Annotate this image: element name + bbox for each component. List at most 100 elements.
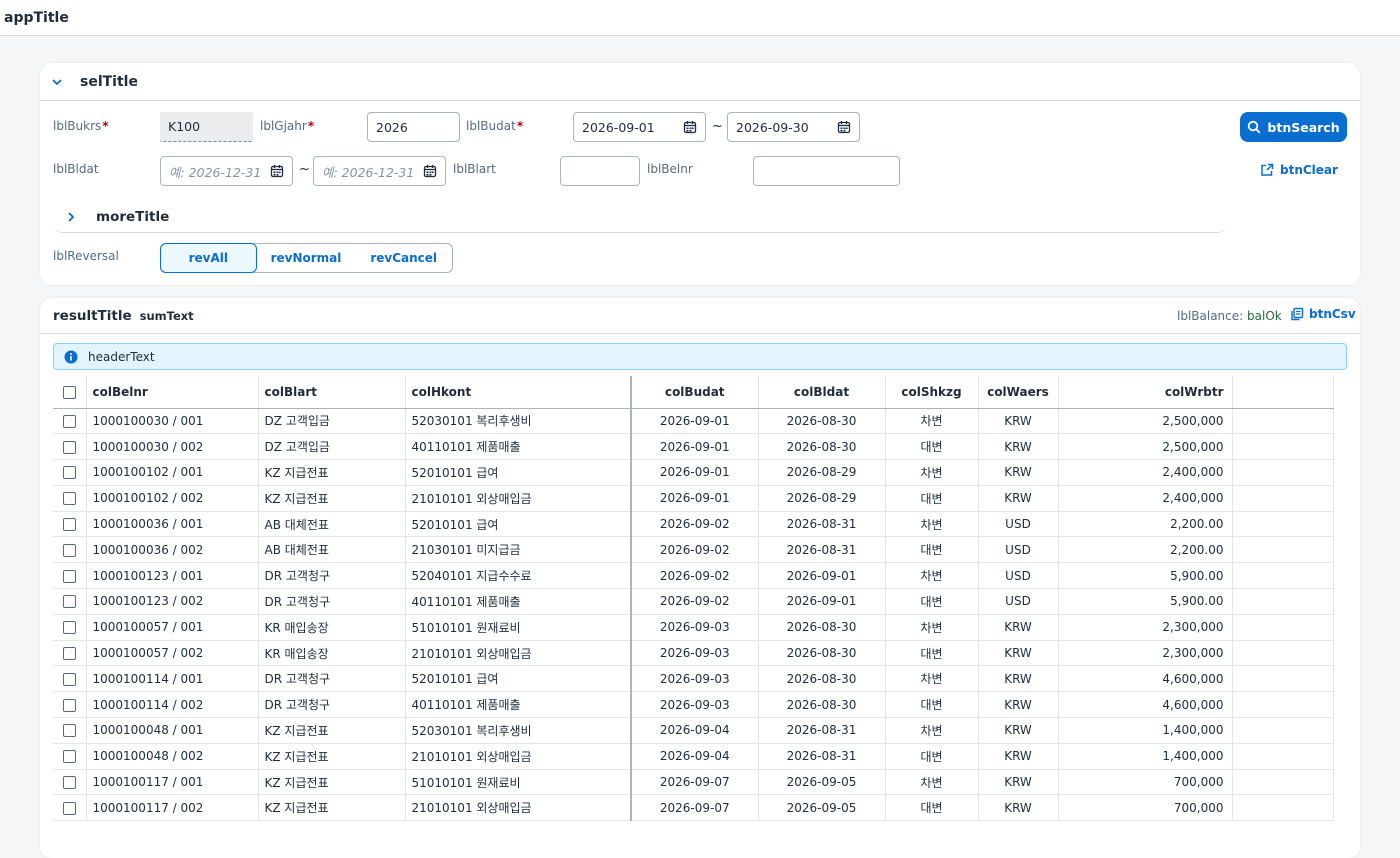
- belnr-input[interactable]: [753, 156, 900, 186]
- row-select-cell[interactable]: [53, 485, 87, 512]
- table-row[interactable]: 1000100057 / 001 KR 매입송장 51010101 원재료비 2026…: [53, 614, 1334, 641]
- col-header[interactable]: colWrbtr: [1058, 376, 1233, 409]
- more-section-toggle[interactable]: moreTitle: [54, 201, 1226, 233]
- row-checkbox[interactable]: [62, 466, 76, 480]
- table-cell: 40110101 제품매출: [405, 691, 632, 719]
- table-row[interactable]: 1000100030 / 002 DZ 고객입금 40110101 제품매출 2026…: [53, 433, 1334, 461]
- row-checkbox[interactable]: [62, 543, 76, 557]
- row-checkbox[interactable]: [62, 672, 76, 686]
- table-row[interactable]: 1000100123 / 001 DR 고객청구 52040101 지급수수료 202…: [53, 562, 1334, 590]
- table-cell: 2026-09-02: [631, 536, 759, 564]
- table-cell: KRW: [978, 459, 1059, 486]
- table-row[interactable]: 1000100114 / 002 DR 고객청구 40110101 제품매출 2026…: [53, 691, 1334, 719]
- row-select-cell[interactable]: [53, 743, 87, 770]
- row-checkbox[interactable]: [62, 492, 76, 506]
- row-select-cell[interactable]: [53, 408, 87, 435]
- row-select-cell[interactable]: [53, 665, 87, 693]
- table-row[interactable]: 1000100102 / 002 KZ 지급전표 21010101 외상매입금 202…: [53, 485, 1334, 512]
- bldat-from-input[interactable]: 예: 2026-12-31: [160, 156, 293, 186]
- table-row[interactable]: 1000100117 / 001 KZ 지급전표 51010101 원재료비 2026…: [53, 769, 1334, 796]
- col-header[interactable]: colHkont: [405, 376, 632, 409]
- table-row[interactable]: 1000100048 / 001 KZ 지급전표 52030101 복리후생비 202…: [53, 717, 1334, 744]
- row-select-cell[interactable]: [53, 640, 87, 667]
- row-checkbox[interactable]: [62, 518, 76, 532]
- row-select-cell[interactable]: [53, 614, 87, 641]
- selection-header[interactable]: selTitle: [40, 63, 1360, 101]
- export-icon: [1291, 307, 1304, 321]
- table-row[interactable]: 1000100048 / 002 KZ 지급전표 21010101 외상매입금 202…: [53, 743, 1334, 770]
- col-header[interactable]: colShkzg: [885, 376, 979, 409]
- table-cell: 차변: [885, 459, 979, 486]
- row-select-cell[interactable]: [53, 769, 87, 796]
- table-cell: KRW: [978, 433, 1059, 461]
- col-header[interactable]: colWaers: [978, 376, 1059, 409]
- segment-rev-all[interactable]: revAll: [160, 243, 257, 273]
- table-cell: 2026-09-01: [631, 459, 759, 486]
- calendar-icon[interactable]: [423, 164, 437, 178]
- table-cell: 2,400,000: [1058, 485, 1233, 512]
- row-checkbox[interactable]: [62, 595, 76, 609]
- bukrs-field[interactable]: K100: [160, 112, 253, 142]
- table-row[interactable]: 1000100117 / 002 KZ 지급전표 21010101 외상매입금 202…: [53, 794, 1334, 822]
- table-cell: 2026-09-01: [631, 485, 759, 512]
- bldat-label: lblBldat: [53, 162, 99, 176]
- table-row[interactable]: 1000100123 / 002 DR 고객청구 40110101 제품매출 2026…: [53, 588, 1334, 615]
- row-checkbox[interactable]: [62, 750, 76, 764]
- row-select-cell[interactable]: [53, 717, 87, 744]
- col-header[interactable]: colBudat: [631, 376, 759, 409]
- col-header[interactable]: colBelnr: [86, 376, 259, 409]
- table-cell: AB 대체전표: [258, 511, 406, 538]
- chevron-right-icon[interactable]: [64, 210, 78, 224]
- budat-to-input[interactable]: 2026-09-30: [727, 112, 860, 142]
- row-checkbox[interactable]: [62, 724, 76, 738]
- table-row[interactable]: 1000100102 / 001 KZ 지급전표 52010101 급여 2026-0…: [53, 459, 1334, 486]
- clear-button[interactable]: btnClear: [1260, 159, 1338, 181]
- row-select-cell[interactable]: [53, 536, 87, 564]
- row-select-cell[interactable]: [53, 511, 87, 538]
- calendar-icon[interactable]: [270, 164, 284, 178]
- table-cell: 5,900.00: [1058, 562, 1233, 590]
- row-select-cell[interactable]: [53, 459, 87, 486]
- table-row[interactable]: 1000100036 / 002 AB 대체전표 21030101 미지급금 2026…: [53, 536, 1334, 564]
- row-select-cell[interactable]: [53, 588, 87, 615]
- budat-from-input[interactable]: 2026-09-01: [573, 112, 706, 142]
- row-checkbox[interactable]: [62, 801, 76, 815]
- table-cell: 대변: [885, 640, 979, 667]
- table-cell-filler: [1232, 691, 1334, 719]
- table-cell: 21030101 미지급금: [405, 536, 632, 564]
- table-row[interactable]: 1000100036 / 001 AB 대체전표 52010101 급여 2026-0…: [53, 511, 1334, 538]
- blart-input[interactable]: [560, 156, 640, 186]
- row-select-cell[interactable]: [53, 794, 87, 822]
- row-checkbox[interactable]: [62, 621, 76, 635]
- segment-rev-normal[interactable]: revNormal: [257, 244, 356, 272]
- row-select-cell[interactable]: [53, 562, 87, 590]
- row-checkbox[interactable]: [62, 647, 76, 661]
- row-checkbox[interactable]: [62, 440, 76, 454]
- range-separator: ~: [712, 119, 723, 134]
- search-button[interactable]: btnSearch: [1240, 112, 1347, 142]
- table-row[interactable]: 1000100057 / 002 KR 매입송장 21010101 외상매입금 202…: [53, 640, 1334, 667]
- row-checkbox[interactable]: [62, 569, 76, 583]
- calendar-icon[interactable]: [837, 120, 851, 134]
- bldat-to-input[interactable]: 예: 2026-12-31: [313, 156, 446, 186]
- csv-export-button[interactable]: btnCsv: [1290, 307, 1356, 321]
- select-all-checkbox[interactable]: [62, 385, 76, 399]
- table-row[interactable]: 1000100030 / 001 DZ 고객입금 52030101 복리후생비 202…: [53, 408, 1334, 435]
- table-cell: 2026-09-03: [631, 665, 759, 693]
- row-checkbox[interactable]: [62, 414, 76, 428]
- col-header[interactable]: colBldat: [758, 376, 886, 409]
- table-row[interactable]: 1000100114 / 001 DR 고객청구 52010101 급여 2026-0…: [53, 665, 1334, 693]
- calendar-icon[interactable]: [683, 120, 697, 134]
- row-checkbox[interactable]: [62, 776, 76, 790]
- segment-rev-cancel[interactable]: revCancel: [355, 244, 452, 272]
- chevron-down-icon[interactable]: [50, 75, 64, 89]
- gjahr-input[interactable]: 2026: [367, 112, 460, 142]
- table-cell: 52030101 복리후생비: [405, 717, 632, 744]
- row-select-cell[interactable]: [53, 433, 87, 461]
- table-cell: 21010101 외상매입금: [405, 485, 632, 512]
- row-checkbox[interactable]: [62, 698, 76, 712]
- row-select-cell[interactable]: [53, 691, 87, 719]
- select-all-cell[interactable]: [53, 376, 87, 409]
- table-cell: 1000100114 / 002: [86, 691, 259, 719]
- col-header[interactable]: colBlart: [258, 376, 406, 409]
